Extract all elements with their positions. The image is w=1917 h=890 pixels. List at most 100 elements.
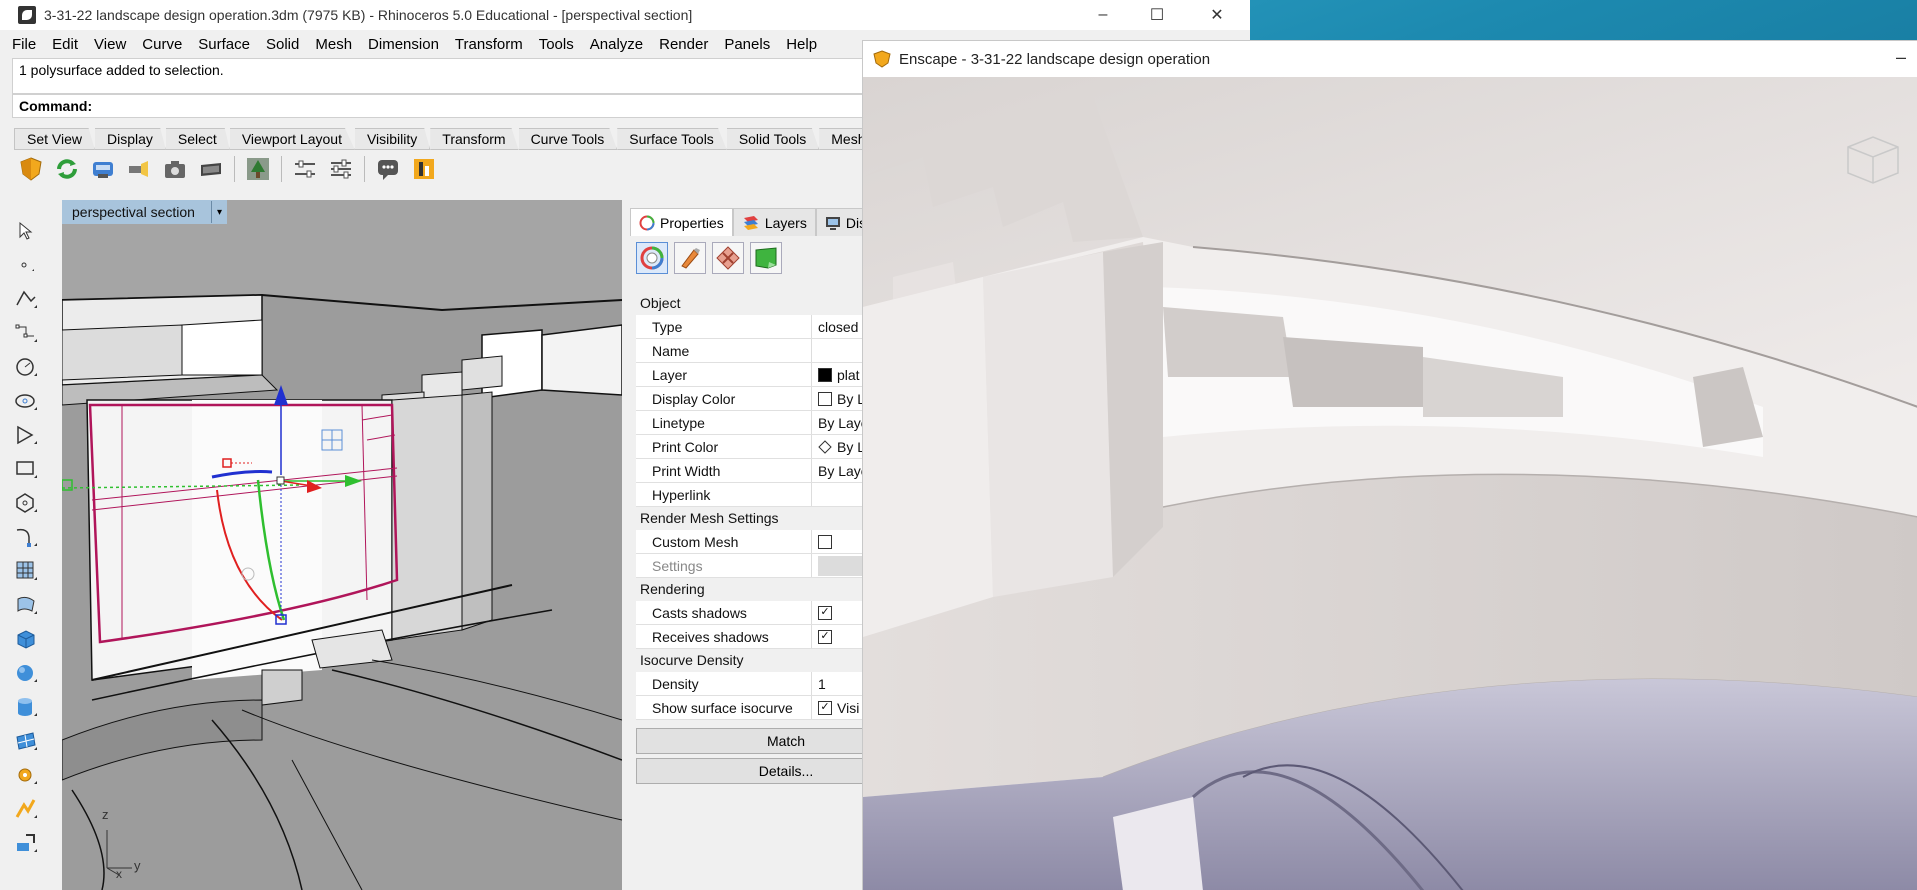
density-field[interactable]: 1: [818, 672, 826, 696]
enscape-titlebar[interactable]: Enscape - 3-31-22 landscape design opera…: [863, 41, 1917, 77]
box-icon[interactable]: [10, 624, 42, 654]
axis-x-label: x: [116, 867, 122, 881]
shield-icon[interactable]: [16, 154, 46, 184]
viewport-menu-dropdown[interactable]: ▾: [211, 201, 227, 223]
layer-color-swatch: [818, 367, 832, 382]
circle-icon[interactable]: [10, 352, 42, 382]
render-icon[interactable]: [88, 154, 118, 184]
decal-icon[interactable]: [750, 242, 782, 274]
settings-sliders-icon[interactable]: [326, 154, 356, 184]
show-isocurve-label: Visi: [837, 699, 860, 716]
display-icon: [825, 216, 840, 230]
menu-panels[interactable]: Panels: [724, 36, 770, 53]
viewport-title-tab[interactable]: perspectival section: [62, 200, 227, 224]
menu-surface[interactable]: Surface: [198, 36, 250, 53]
arc-icon[interactable]: [10, 420, 42, 450]
tab-viewport-layout[interactable]: Viewport Layout: [229, 128, 355, 150]
tab-transform[interactable]: Transform: [430, 128, 519, 150]
enscape-minimize-button[interactable]: –: [1896, 47, 1906, 68]
polyline-icon[interactable]: [10, 284, 42, 314]
menu-curve[interactable]: Curve: [142, 36, 182, 53]
prop-type-value: closed: [818, 318, 859, 335]
object-color-icon[interactable]: [636, 242, 668, 274]
material-icon[interactable]: [674, 242, 706, 274]
prop-key: Receives shadows: [636, 625, 812, 648]
polygon-icon[interactable]: [10, 488, 42, 518]
tab-set-view[interactable]: Set View: [14, 128, 95, 150]
transform-icon[interactable]: [10, 828, 42, 858]
menu-view[interactable]: View: [94, 36, 126, 53]
point-icon[interactable]: [10, 250, 42, 280]
menu-mesh[interactable]: Mesh: [315, 36, 352, 53]
mesh-icon[interactable]: [10, 726, 42, 756]
prop-key: Name: [636, 339, 812, 362]
menu-edit[interactable]: Edit: [52, 36, 78, 53]
menu-file[interactable]: File: [12, 36, 36, 53]
tab-curve-tools[interactable]: Curve Tools: [518, 128, 618, 150]
tool-palette: [0, 206, 48, 890]
chat-icon[interactable]: [373, 154, 403, 184]
tab-layers[interactable]: Layers: [732, 208, 816, 236]
window-title: 3-31-22 landscape design operation.3dm (…: [44, 7, 693, 23]
print-width-value: By Laye: [818, 462, 869, 479]
display-color-swatch: [818, 391, 832, 406]
menu-tools[interactable]: Tools: [539, 36, 574, 53]
viewport-perspective[interactable]: z y x: [62, 200, 622, 890]
toolbar-tabs: Set View Display Select Viewport Layout …: [14, 128, 915, 150]
maximize-button[interactable]: ☐: [1134, 0, 1180, 30]
rectangle-icon[interactable]: [10, 454, 42, 484]
menu-transform[interactable]: Transform: [455, 36, 523, 53]
tab-properties[interactable]: Properties: [630, 208, 733, 236]
properties-icon: [639, 215, 655, 230]
rhino-titlebar[interactable]: 3-31-22 landscape design operation.3dm (…: [0, 0, 1250, 30]
viewport-title: perspectival section: [72, 204, 195, 220]
surface-grid-icon[interactable]: [10, 556, 42, 586]
gear-puzzle-icon[interactable]: [10, 760, 42, 790]
tab-solid-tools[interactable]: Solid Tools: [726, 128, 820, 150]
linetype-value: By Laye: [818, 414, 869, 431]
flashlight-icon[interactable]: [124, 154, 154, 184]
prop-key: Show surface isocurve: [636, 696, 812, 719]
enscape-render-view[interactable]: [863, 77, 1917, 890]
tab-properties-label: Properties: [660, 214, 724, 231]
sliders-icon[interactable]: [290, 154, 320, 184]
cylinder-icon[interactable]: [10, 692, 42, 722]
tab-select[interactable]: Select: [165, 128, 230, 150]
prop-key: Linetype: [636, 411, 812, 434]
tree-icon[interactable]: [243, 154, 273, 184]
minimize-button[interactable]: –: [1080, 0, 1126, 30]
vr-headset-icon[interactable]: [196, 154, 226, 184]
ellipse-icon[interactable]: [10, 386, 42, 416]
menu-solid[interactable]: Solid: [266, 36, 299, 53]
menu-analyze[interactable]: Analyze: [590, 36, 643, 53]
properties-pages: [636, 242, 782, 274]
texture-map-icon[interactable]: [712, 242, 744, 274]
asset-library-icon[interactable]: [409, 154, 439, 184]
refresh-icon[interactable]: [52, 154, 82, 184]
print-color-value: By L: [837, 438, 866, 455]
receives-shadows-checkbox[interactable]: ✓: [818, 629, 832, 644]
casts-shadows-checkbox[interactable]: ✓: [818, 605, 832, 620]
menu-help[interactable]: Help: [786, 36, 817, 53]
surface-edit-icon[interactable]: [10, 590, 42, 620]
menu-render[interactable]: Render: [659, 36, 708, 53]
close-button[interactable]: ✕: [1194, 0, 1240, 30]
camera-icon[interactable]: [160, 154, 190, 184]
enscape-logo-icon: [873, 50, 891, 68]
tab-display[interactable]: Display: [95, 128, 166, 150]
menu-dimension[interactable]: Dimension: [368, 36, 439, 53]
tab-surface-tools[interactable]: Surface Tools: [617, 128, 727, 150]
show-isocurve-checkbox[interactable]: ✓: [818, 700, 832, 715]
custom-mesh-checkbox[interactable]: [818, 534, 832, 549]
layers-icon: [743, 215, 758, 230]
prop-key: Settings: [636, 554, 812, 577]
sphere-icon[interactable]: [10, 658, 42, 688]
curve-points-icon[interactable]: [10, 318, 42, 348]
tab-visibility[interactable]: Visibility: [354, 128, 431, 150]
select-arrow-icon[interactable]: [10, 216, 42, 246]
analyze-icon[interactable]: [10, 794, 42, 824]
enscape-scene: [863, 77, 1917, 890]
panel-tabs: Properties Layers Dis: [630, 208, 876, 236]
enscape-toolbar: [16, 152, 439, 186]
curve-edit-icon[interactable]: [10, 522, 42, 552]
